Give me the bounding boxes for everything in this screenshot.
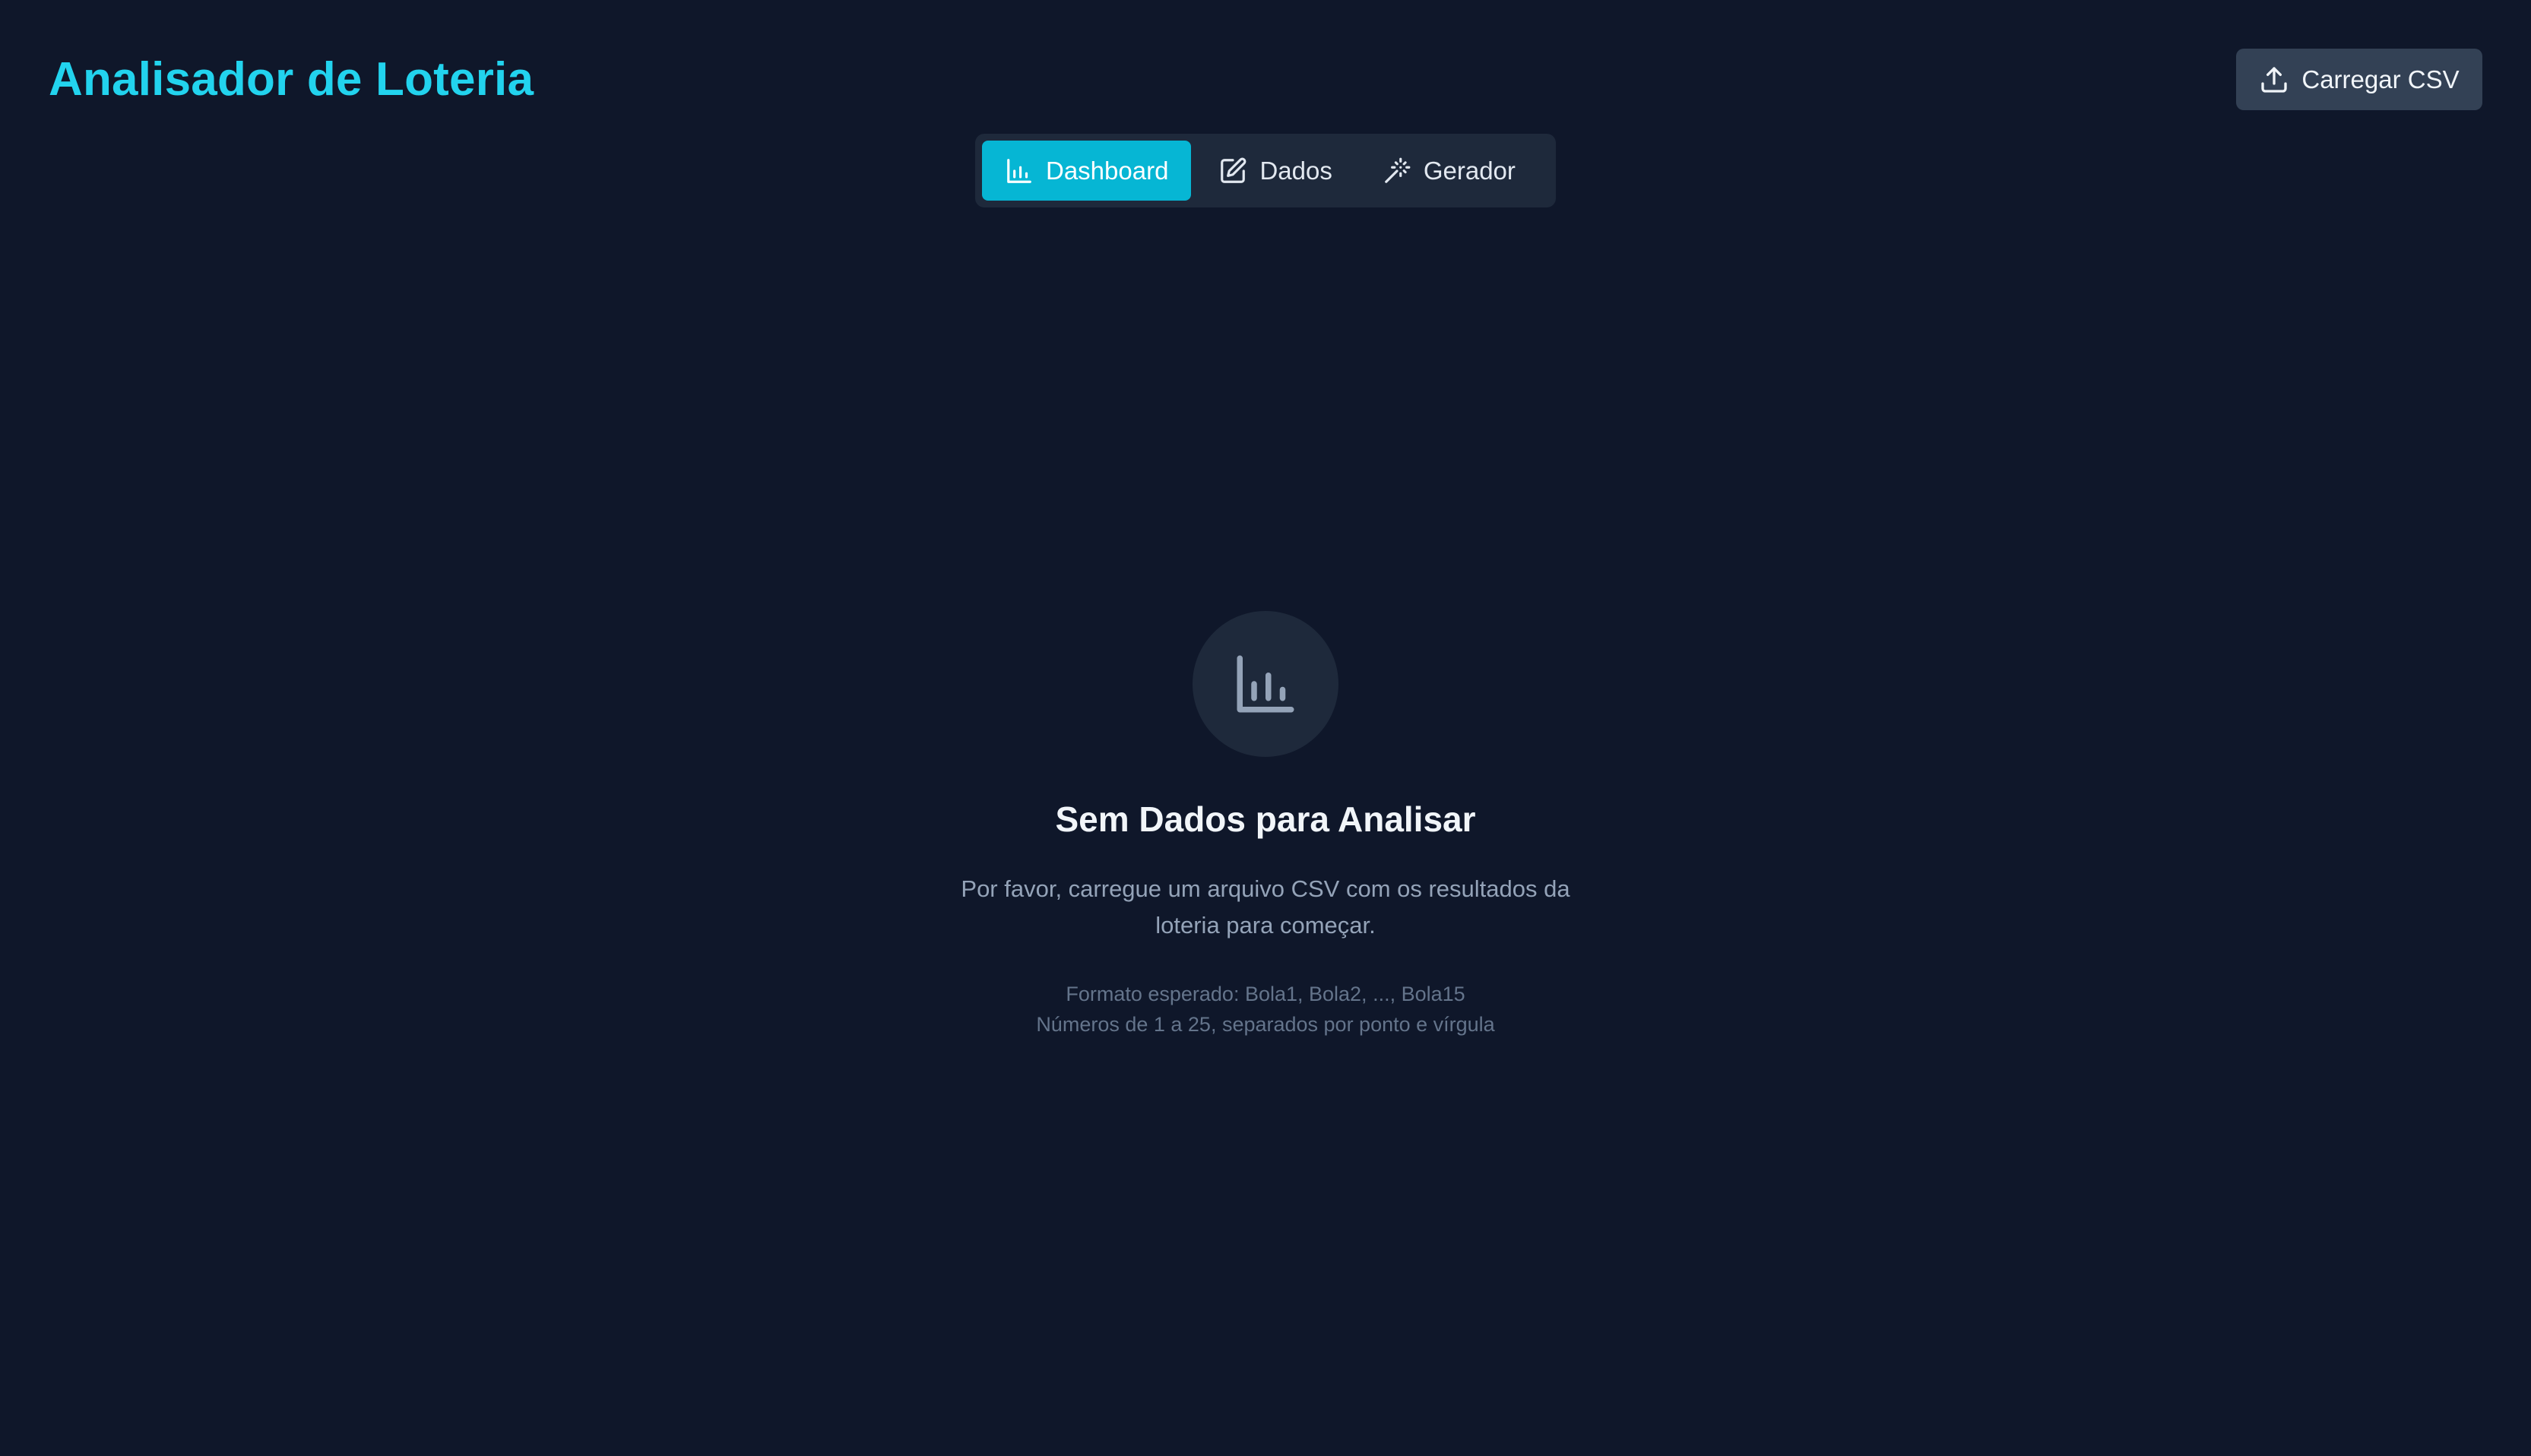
tab-dados[interactable]: Dados [1196, 141, 1354, 201]
magic-wand-icon [1385, 157, 1411, 183]
empty-state-description: Por favor, carregue um arquivo CSV com o… [961, 875, 1570, 938]
tab-gerador[interactable]: Gerador [1360, 141, 1538, 201]
format-hint-line-1: Formato esperado: Bola1, Bola2, ..., Bol… [1066, 983, 1465, 1005]
edit-icon [1221, 157, 1246, 183]
tab-dashboard[interactable]: Dashboard [982, 141, 1192, 201]
app-title: Analisador de Loteria [49, 53, 534, 106]
upload-icon [2261, 66, 2288, 93]
tab-gerador-label: Gerador [1423, 156, 1516, 185]
bar-chart-icon [1237, 655, 1294, 713]
empty-state-title: Sem Dados para Analisar [1055, 799, 1476, 839]
tab-dashboard-label: Dashboard [1046, 156, 1169, 185]
upload-csv-label: Carregar CSV [2301, 65, 2460, 93]
main-tabs: Dashboard Dados Gerador [975, 134, 1556, 207]
empty-state: Sem Dados para Analisar Por favor, carre… [0, 611, 2531, 1040]
tab-dados-label: Dados [1259, 156, 1332, 185]
upload-csv-button[interactable]: Carregar CSV [2236, 49, 2482, 110]
empty-state-icon-circle [1193, 611, 1338, 757]
format-hint-line-2: Números de 1 a 25, separados por ponto e… [1036, 1013, 1495, 1036]
format-hint: Formato esperado: Bola1, Bola2, ..., Bol… [1036, 979, 1494, 1040]
bar-chart-icon [1007, 158, 1031, 183]
